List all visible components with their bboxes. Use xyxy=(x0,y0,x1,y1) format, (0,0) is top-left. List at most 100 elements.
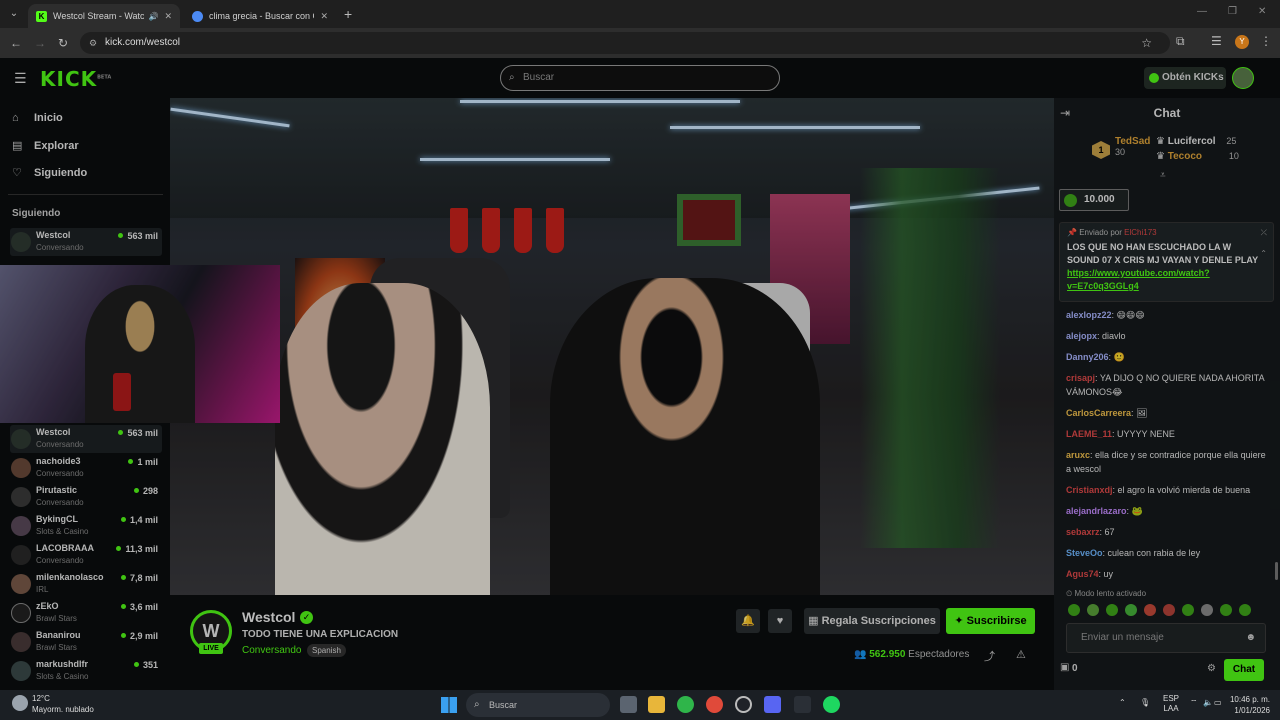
extensions-icon[interactable]: ⧉ xyxy=(1176,34,1185,49)
mini-player[interactable] xyxy=(0,265,280,423)
bookmark-star-icon[interactable]: ☆ xyxy=(1141,32,1152,54)
subscribe-button[interactable]: ✦ Suscribirse xyxy=(946,608,1035,634)
discord-icon[interactable] xyxy=(764,696,781,713)
chat-username[interactable]: Cristianxdj xyxy=(1066,485,1113,495)
reload-icon[interactable]: ↻ xyxy=(58,36,68,50)
new-tab-icon[interactable]: + xyxy=(344,6,352,22)
tab-clima[interactable]: clima grecia - Buscar con Google ✕ xyxy=(184,4,336,28)
chat-scrollbar[interactable] xyxy=(1275,562,1278,580)
browser-profile-avatar[interactable]: Y xyxy=(1235,35,1249,49)
app-icon[interactable] xyxy=(794,696,811,713)
chat-username[interactable]: Danny206 xyxy=(1066,352,1109,362)
share-icon[interactable]: ⤴ xyxy=(984,648,995,664)
sidebar-channel[interactable]: Bananirou Brawl Stars 2,9 mil xyxy=(10,628,162,656)
weather-widget[interactable]: 12°C Mayorm. nublado xyxy=(12,693,94,715)
sidebar-item-siguiendo[interactable]: ♡ Siguiendo xyxy=(12,166,87,179)
whatsapp-icon[interactable] xyxy=(677,696,694,713)
file-explorer-icon[interactable] xyxy=(648,696,665,713)
sidebar-channel[interactable]: milenkanolasco IRL 7,8 mil xyxy=(10,570,162,598)
unpin-icon[interactable]: ⤫ xyxy=(1261,228,1267,238)
url-field[interactable]: ⚙ kick.com/westcol ☆ xyxy=(80,32,1170,54)
pinned-sender[interactable]: ElChi173 xyxy=(1124,228,1156,237)
report-icon[interactable]: ⚠ xyxy=(1016,648,1026,661)
reading-list-icon[interactable]: ☰ xyxy=(1211,34,1222,48)
sidebar-channel[interactable]: BykingCL Slots & Casino 1,4 mil xyxy=(10,512,162,540)
sidebar-channel[interactable]: zEkO Brawl Stars 3,6 mil xyxy=(10,599,162,627)
emote-icon[interactable] xyxy=(1163,604,1175,616)
wifi-icon[interactable]: ⌔ xyxy=(1190,698,1198,708)
kicks-pinned-amount[interactable]: 10.000 xyxy=(1059,189,1129,211)
notifications-button[interactable]: 🔔 xyxy=(736,609,760,633)
speaker-icon[interactable]: 🔊 xyxy=(148,12,158,21)
chat-username[interactable]: SteveOo xyxy=(1066,548,1103,558)
emote-picker-icon[interactable]: ☻ xyxy=(1245,624,1256,652)
channel-name[interactable]: Westcol xyxy=(242,609,295,625)
browser-menu-icon[interactable]: ⋮ xyxy=(1260,34,1272,48)
stream-category[interactable]: Conversando xyxy=(242,645,301,656)
emote-icon[interactable] xyxy=(1239,604,1251,616)
emote-icon[interactable] xyxy=(1182,604,1194,616)
chevron-up-icon[interactable]: ⌃ xyxy=(1260,249,1267,258)
volume-icon[interactable]: 🔈 xyxy=(1203,698,1213,707)
tab-search-icon[interactable]: ⌄ xyxy=(6,6,22,22)
emote-icon[interactable] xyxy=(1068,604,1080,616)
sidebar-channel[interactable]: nachoide3 Conversando 1 mil xyxy=(10,454,162,482)
pinned-link[interactable]: https://www.youtube.com/watch?v=E7c0q3GG… xyxy=(1067,267,1266,293)
emote-icon[interactable] xyxy=(1144,604,1156,616)
user-avatar[interactable] xyxy=(1232,67,1254,89)
search-input[interactable]: ⌕ Buscar xyxy=(500,65,780,91)
gift-subs-button[interactable]: ▦ Regala Suscripciones xyxy=(804,608,940,634)
back-icon[interactable]: ← xyxy=(10,36,22,50)
emote-icon[interactable] xyxy=(1220,604,1232,616)
site-info-icon[interactable]: ⚙ xyxy=(89,32,97,54)
leaderboard-entry[interactable]: TedSad 30 xyxy=(1115,136,1150,157)
clock[interactable]: 10:46 p. m. 1/01/2026 xyxy=(1226,694,1270,716)
tab-westcol[interactable]: K Westcol Stream - Watch Live 🔊 ✕ xyxy=(28,4,180,28)
chat-username[interactable]: alexlopz22 xyxy=(1066,310,1112,320)
chat-username[interactable]: CarlosCarreera xyxy=(1066,408,1131,418)
chat-username[interactable]: sebaxrz xyxy=(1066,527,1100,537)
follow-button[interactable]: ♥ xyxy=(768,609,792,633)
sidebar-channel[interactable]: Westcol Conversando 563 mil xyxy=(10,425,162,453)
battery-icon[interactable]: ▭ xyxy=(1214,698,1222,707)
close-window-icon[interactable]: ✕ xyxy=(1258,6,1266,17)
emote-icon[interactable] xyxy=(1201,604,1213,616)
microphone-icon[interactable]: 🎙 xyxy=(1140,698,1150,707)
leaderboard-entry[interactable]: ♛ Tecoco 10 xyxy=(1156,151,1239,162)
close-tab-icon[interactable]: ✕ xyxy=(164,11,172,22)
sidebar-item-inicio[interactable]: ⌂ Inicio xyxy=(12,112,63,124)
minimize-icon[interactable]: — xyxy=(1197,6,1207,17)
language-indicator[interactable]: ESP LAA xyxy=(1163,694,1179,714)
chat-username[interactable]: LAEME_11 xyxy=(1066,429,1112,439)
tray-chevron-icon[interactable]: ⌃ xyxy=(1119,698,1126,707)
chat-username[interactable]: aruxc xyxy=(1066,450,1090,460)
points-icon[interactable]: ▣ xyxy=(1060,662,1069,673)
taskbar-search[interactable]: ⌕ Buscar xyxy=(466,693,610,717)
chat-username[interactable]: alejopx xyxy=(1066,331,1097,341)
get-kicks-button[interactable]: Obtén KICKs xyxy=(1144,67,1226,89)
maximize-icon[interactable]: ❐ xyxy=(1228,6,1237,17)
spotify-icon[interactable] xyxy=(823,696,840,713)
video-player[interactable] xyxy=(170,98,1054,595)
emote-icon[interactable] xyxy=(1125,604,1137,616)
kick-logo[interactable]: KICKBETA xyxy=(40,67,111,91)
chat-username[interactable]: Agus74 xyxy=(1066,569,1099,579)
expand-leaderboard-icon[interactable]: ⩡ xyxy=(1160,170,1166,181)
chat-username[interactable]: crisapj xyxy=(1066,373,1095,383)
sidebar-channel[interactable]: LACOBRAAA Conversando 11,3 mil xyxy=(10,541,162,569)
sidebar-item-explorar[interactable]: ▤ Explorar xyxy=(12,139,79,152)
pinned-message[interactable]: 📌 Enviado por ElChi173 ⤫ ⌃ LOS QUE NO HA… xyxy=(1059,222,1274,302)
sidebar-channel[interactable]: Pirutastic Conversando 298 xyxy=(10,483,162,511)
emote-icon[interactable] xyxy=(1087,604,1099,616)
windows-start-icon[interactable] xyxy=(441,697,457,713)
sidebar-channel[interactable]: Westcol Conversando 563 mil xyxy=(10,228,162,256)
gear-icon[interactable]: ⚙ xyxy=(1207,663,1216,674)
leaderboard-entry[interactable]: ♛ Lucifercol 25 xyxy=(1156,136,1236,147)
obs-icon[interactable] xyxy=(735,696,752,713)
send-chat-button[interactable]: Chat xyxy=(1224,659,1264,681)
task-view-icon[interactable] xyxy=(620,696,637,713)
language-tag[interactable]: Spanish xyxy=(307,644,346,657)
close-tab-icon[interactable]: ✕ xyxy=(320,11,328,22)
menu-icon[interactable]: ☰ xyxy=(14,70,27,87)
chat-input[interactable]: Enviar un mensaje ☻ xyxy=(1066,623,1266,653)
